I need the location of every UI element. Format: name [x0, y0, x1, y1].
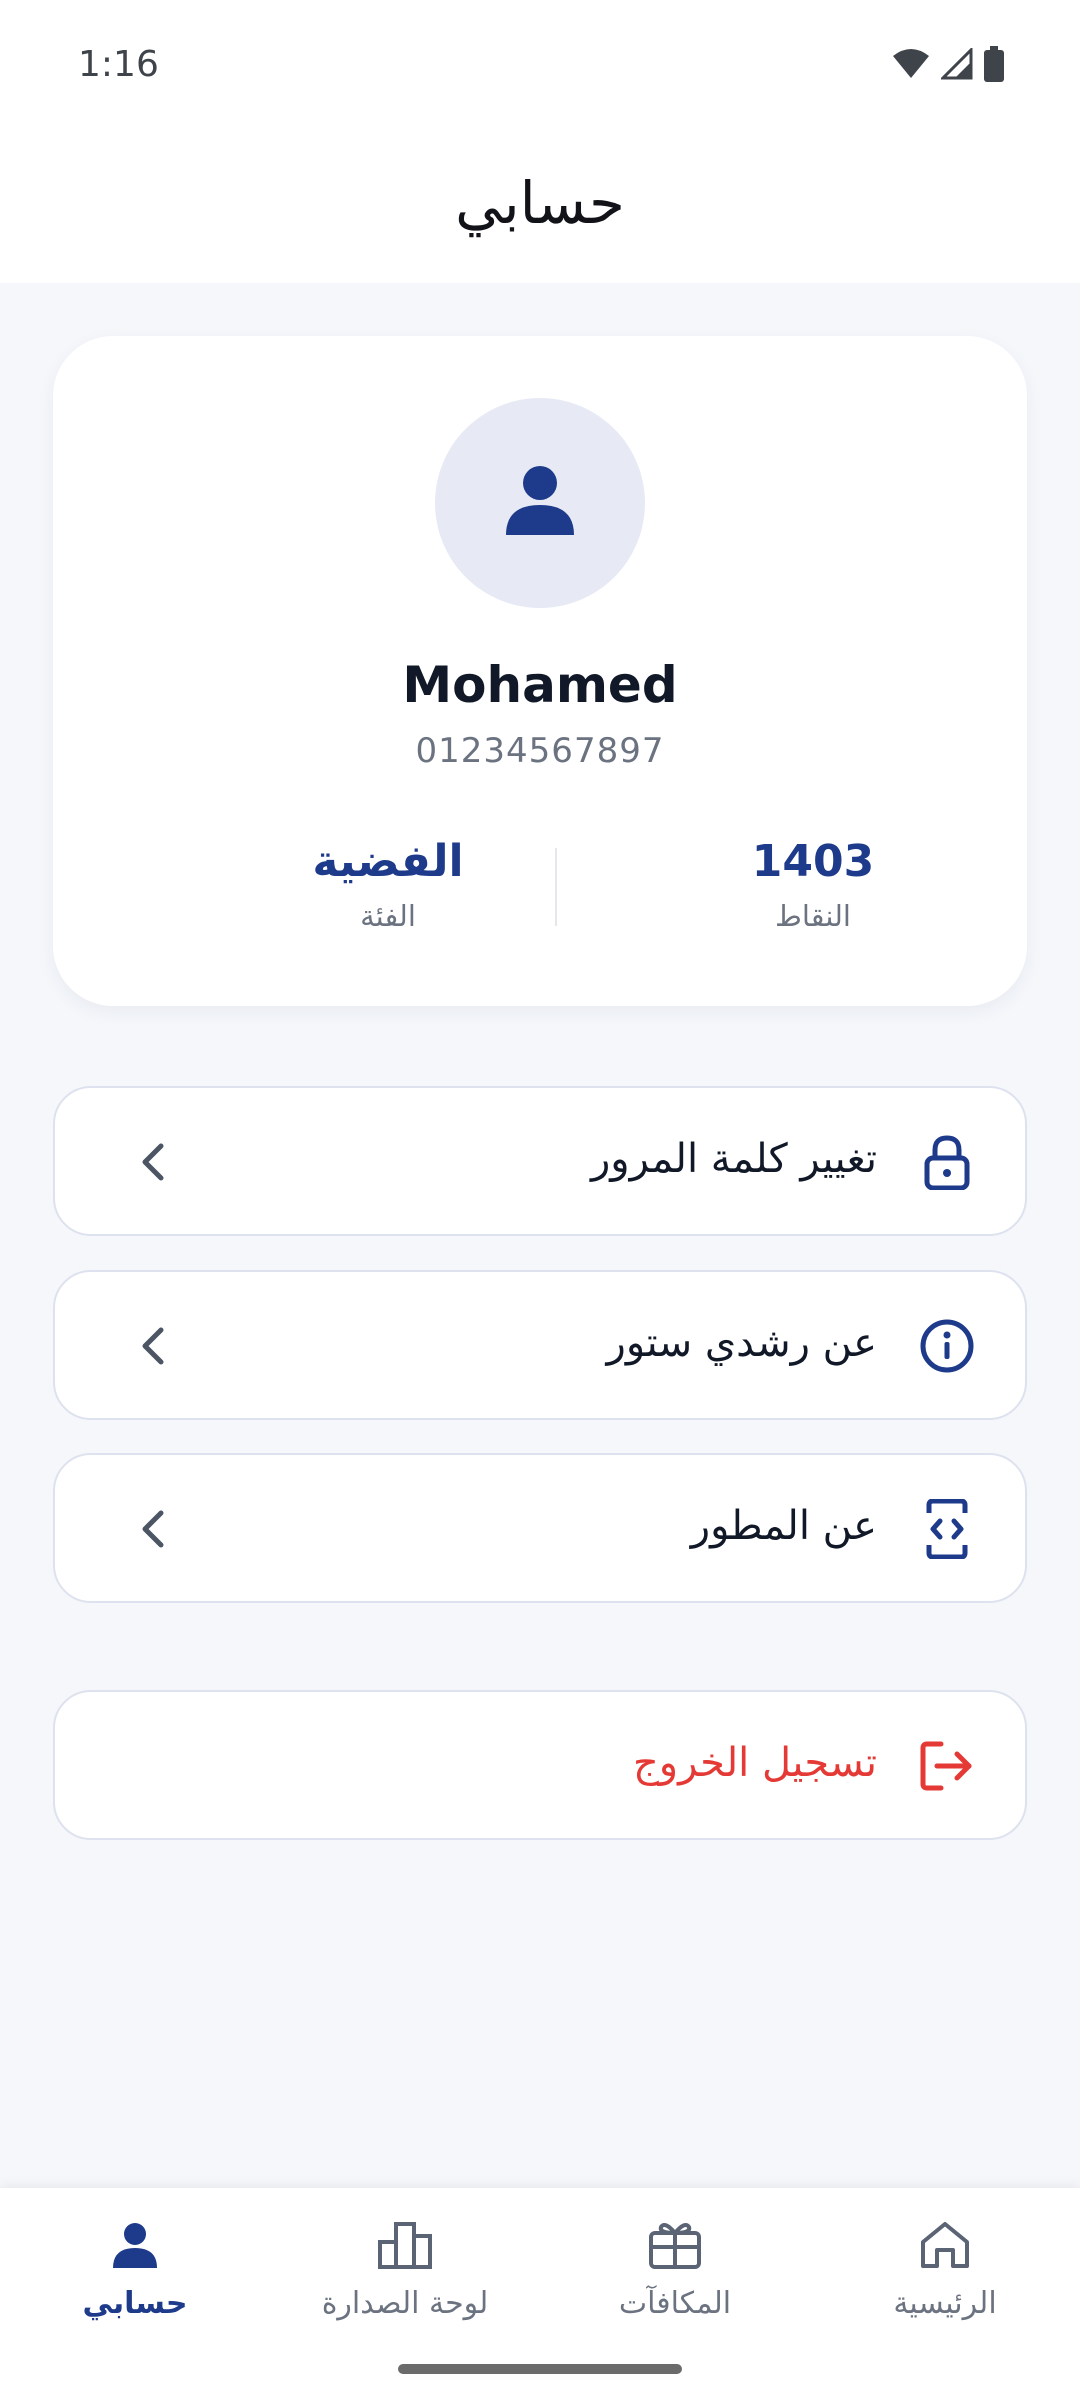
wifi-icon	[891, 48, 931, 84]
chevron-left-icon	[131, 1138, 175, 1186]
profile-card: Mohamed 01234567897 1403 النقاط الفضية ا…	[53, 336, 1027, 1006]
info-icon	[917, 1316, 977, 1376]
logout-button[interactable]: تسجيل الخروج	[53, 1690, 1027, 1840]
category-label: الفئة	[360, 899, 416, 933]
leaderboard-icon	[370, 2210, 440, 2280]
chevron-left-icon	[131, 1505, 175, 1553]
stat-points: 1403 النقاط	[663, 836, 963, 933]
app-header: حسابي	[0, 135, 1080, 283]
signal-icon	[939, 46, 973, 84]
nav-item-account[interactable]: حسابي	[0, 2210, 270, 2350]
nav-item-leaderboard[interactable]: لوحة الصدارة	[270, 2210, 540, 2350]
chevron-left-icon	[131, 1322, 175, 1370]
code-icon	[917, 1499, 977, 1559]
lock-icon	[917, 1132, 977, 1192]
nav-item-rewards[interactable]: المكافآت	[540, 2210, 810, 2350]
menu-label-about-developer: عن المطور	[690, 1503, 877, 1549]
status-time: 1:16	[78, 44, 159, 85]
person-icon	[100, 2210, 170, 2280]
profile-name: Mohamed	[402, 656, 678, 714]
logout-icon	[917, 1736, 977, 1796]
points-label: النقاط	[775, 899, 851, 933]
status-bar: 1:16	[0, 0, 1080, 135]
avatar	[435, 398, 645, 608]
nav-item-home[interactable]: الرئيسية	[810, 2210, 1080, 2350]
menu-item-about-developer[interactable]: عن المطور	[53, 1453, 1027, 1603]
menu-item-about-store[interactable]: عن رشدي ستور	[53, 1270, 1027, 1420]
menu-item-change-password[interactable]: تغيير كلمة المرور	[53, 1086, 1027, 1236]
stat-divider	[555, 848, 557, 926]
menu-label-change-password: تغيير كلمة المرور	[590, 1136, 877, 1182]
gift-icon	[640, 2210, 710, 2280]
stat-category: الفضية الفئة	[238, 836, 538, 933]
nav-label-rewards: المكافآت	[618, 2286, 732, 2321]
points-value: 1403	[751, 836, 875, 887]
nav-label-account: حسابي	[82, 2286, 188, 2321]
profile-phone: 01234567897	[415, 731, 665, 771]
menu-label-about-store: عن رشدي ستور	[606, 1320, 877, 1366]
category-value: الفضية	[312, 836, 464, 887]
nav-label-leaderboard: لوحة الصدارة	[321, 2286, 489, 2321]
battery-icon	[983, 46, 1005, 86]
home-icon	[910, 2210, 980, 2280]
home-indicator	[398, 2364, 682, 2374]
logout-label: تسجيل الخروج	[632, 1740, 877, 1786]
status-icons	[891, 46, 1005, 86]
nav-label-home: الرئيسية	[893, 2286, 997, 2321]
page-title: حسابي	[455, 169, 625, 237]
person-icon	[500, 461, 580, 545]
